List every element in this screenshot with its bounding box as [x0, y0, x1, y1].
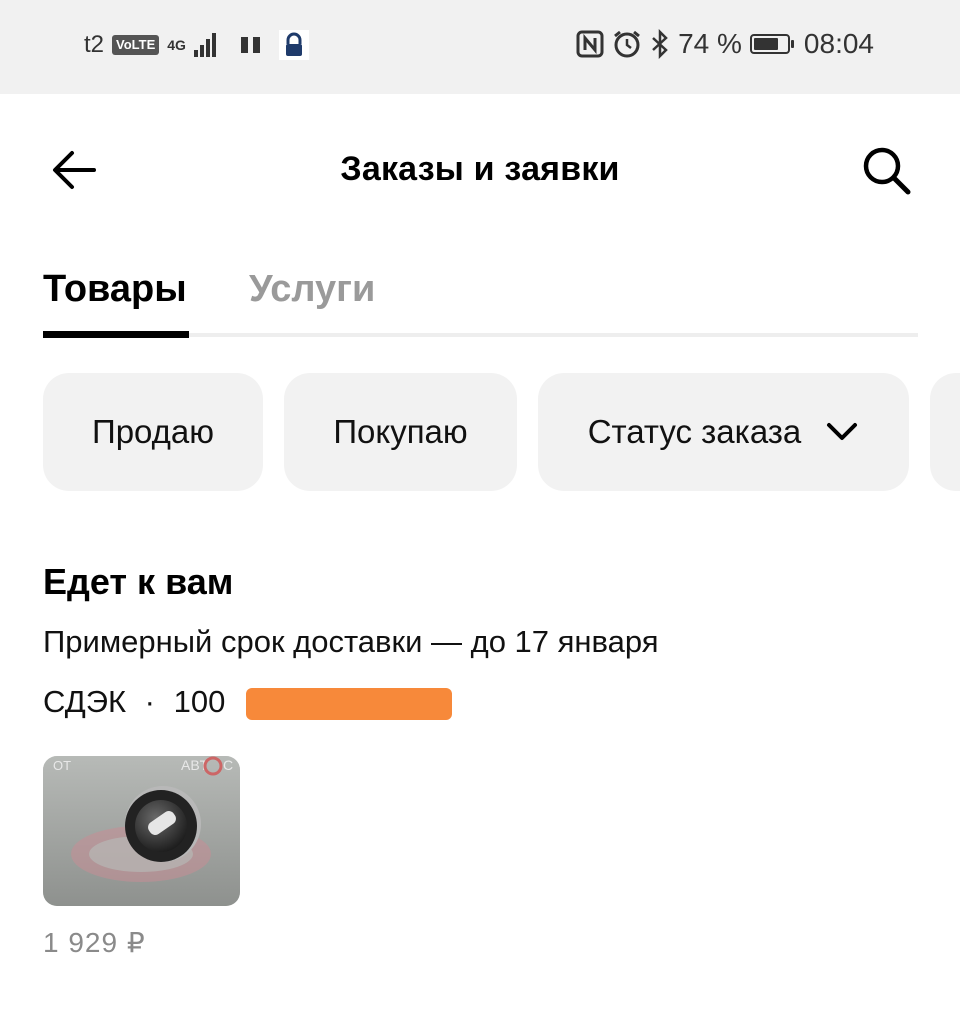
top-app-bar: Заказы и заявки [0, 94, 960, 244]
status-bar-right: 74 % 08:04 [576, 28, 874, 60]
clock: 08:04 [803, 28, 874, 59]
order-item-image[interactable]: OT ABT C [43, 756, 240, 906]
network-type: 4G [167, 36, 186, 53]
volte-badge: VoLTE [112, 35, 160, 55]
filter-selling-label: Продаю [91, 413, 215, 450]
alarm-icon [614, 30, 641, 58]
delivery-estimate: Примерный срок доставки — до 17 января [43, 624, 659, 659]
order-group-in-transit: Едет к вам Примерный срок доставки — до … [43, 560, 923, 722]
tab-goods[interactable]: Товары [43, 268, 187, 311]
chevron-down-icon [827, 423, 858, 440]
tab-services[interactable]: Услуги [249, 268, 375, 311]
status-bar-left: t2 VoLTE 4G [84, 30, 310, 60]
filter-buying-chip[interactable]: Покупаю [284, 373, 517, 491]
carrier-name: t2 [84, 31, 105, 58]
status-bar: t2 VoLTE 4G 74 % 08:04 [0, 0, 960, 94]
tracking-number[interactable]: 100 [174, 684, 226, 719]
filter-buying-label: Покупаю [333, 413, 468, 450]
lock-icon [279, 30, 310, 60]
section-title: Едет к вам [43, 561, 234, 602]
order-status-label: Статус заказа [587, 413, 802, 450]
item-price: 1 929 ₽ [43, 927, 146, 958]
battery-percent: 74 % [678, 28, 742, 59]
more-filter-chip[interactable] [930, 373, 960, 491]
tab-bar: Товары Услуги [43, 268, 918, 340]
search-icon [863, 147, 911, 195]
tracking-line: СДЭК · 100 [43, 682, 923, 722]
order-status-dropdown[interactable]: Статус заказа [538, 373, 909, 491]
signal-icon [194, 33, 217, 57]
carrier-name: СДЭК [43, 684, 127, 719]
search-button[interactable] [860, 144, 914, 198]
filter-chips: Продаю Покупаю Статус заказа [43, 373, 960, 491]
battery-level [753, 38, 778, 50]
battery-icon [749, 34, 794, 54]
page-title: Заказы и заявки [340, 150, 620, 188]
filter-selling-chip[interactable]: Продаю [43, 373, 263, 491]
svg-text:OT: OT [53, 758, 71, 773]
svg-text:C: C [223, 757, 233, 773]
pause-icon [241, 37, 261, 53]
active-tab-indicator [43, 331, 189, 338]
redaction-mark [246, 688, 452, 720]
light-switch-knob-photo: OT ABT C [43, 756, 240, 906]
nfc-icon [576, 30, 604, 58]
separator-dot: · [144, 684, 155, 719]
bluetooth-icon [652, 29, 668, 59]
